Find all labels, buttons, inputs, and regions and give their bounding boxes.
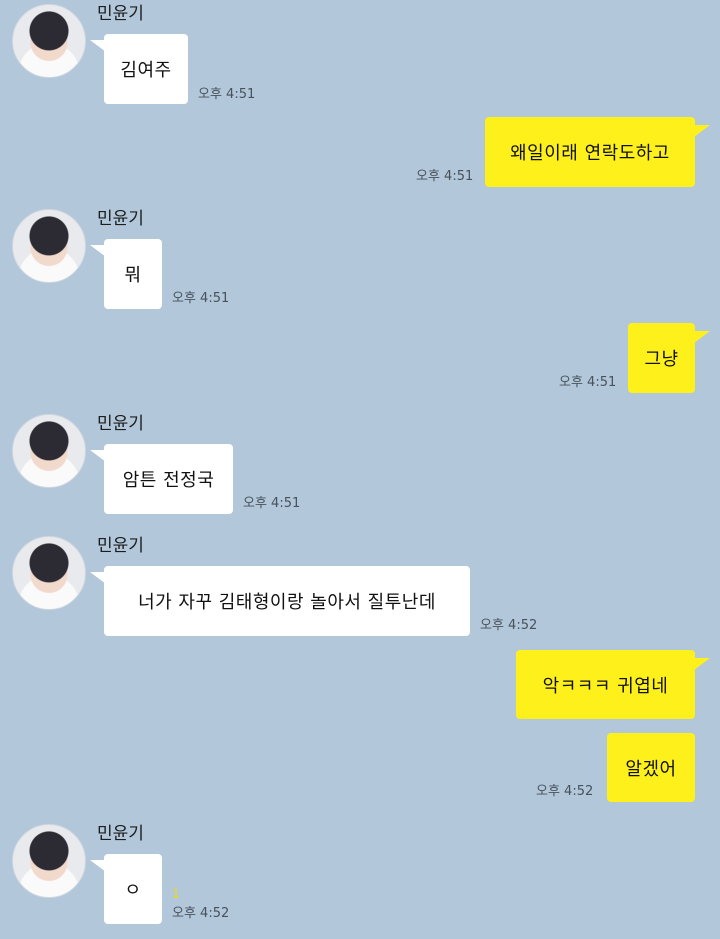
message-time: 오후 4:51 [416,169,474,184]
message-time: 오후 4:51 [172,291,230,306]
message-time: 오후 4:51 [198,87,256,102]
message-bubble[interactable]: 그냥 [628,323,695,393]
message-time: 오후 4:52 [480,618,538,633]
message-bubble[interactable]: 암튼 전정국 [104,444,233,514]
message-bubble[interactable]: 알겠어 [607,733,695,802]
message-bubble[interactable]: 김여주 [104,34,188,104]
avatar[interactable] [12,4,86,78]
bubble-tail [694,331,710,343]
message-bubble[interactable]: ㅇ [104,854,162,924]
bubble-tail [694,658,710,670]
unread-count: 1 [172,887,180,901]
message-bubble[interactable]: 뭐 [104,239,162,309]
message-time: 오후 4:52 [536,784,594,799]
avatar[interactable] [12,536,86,610]
avatar[interactable] [12,824,86,898]
bubble-tail [694,125,710,137]
sender-name: 민윤기 [97,536,144,556]
sender-name: 민윤기 [97,824,144,844]
message-time: 오후 4:51 [559,375,617,390]
sender-name: 민윤기 [97,209,144,229]
sender-name: 민윤기 [97,4,144,24]
chat-area[interactable]: 민윤기 김여주 오후 4:51 왜일이래 연락도하고 오후 4:51 민윤기 뭐… [0,0,720,939]
message-bubble[interactable]: 악ㅋㅋㅋ 귀엽네 [516,650,695,719]
message-time: 오후 4:52 [172,906,230,921]
message-bubble[interactable]: 너가 자꾸 김태형이랑 놀아서 질투난데 [104,566,470,636]
message-time: 오후 4:51 [243,496,301,511]
message-bubble[interactable]: 왜일이래 연락도하고 [485,117,695,187]
avatar[interactable] [12,209,86,283]
sender-name: 민윤기 [97,414,144,434]
avatar[interactable] [12,414,86,488]
